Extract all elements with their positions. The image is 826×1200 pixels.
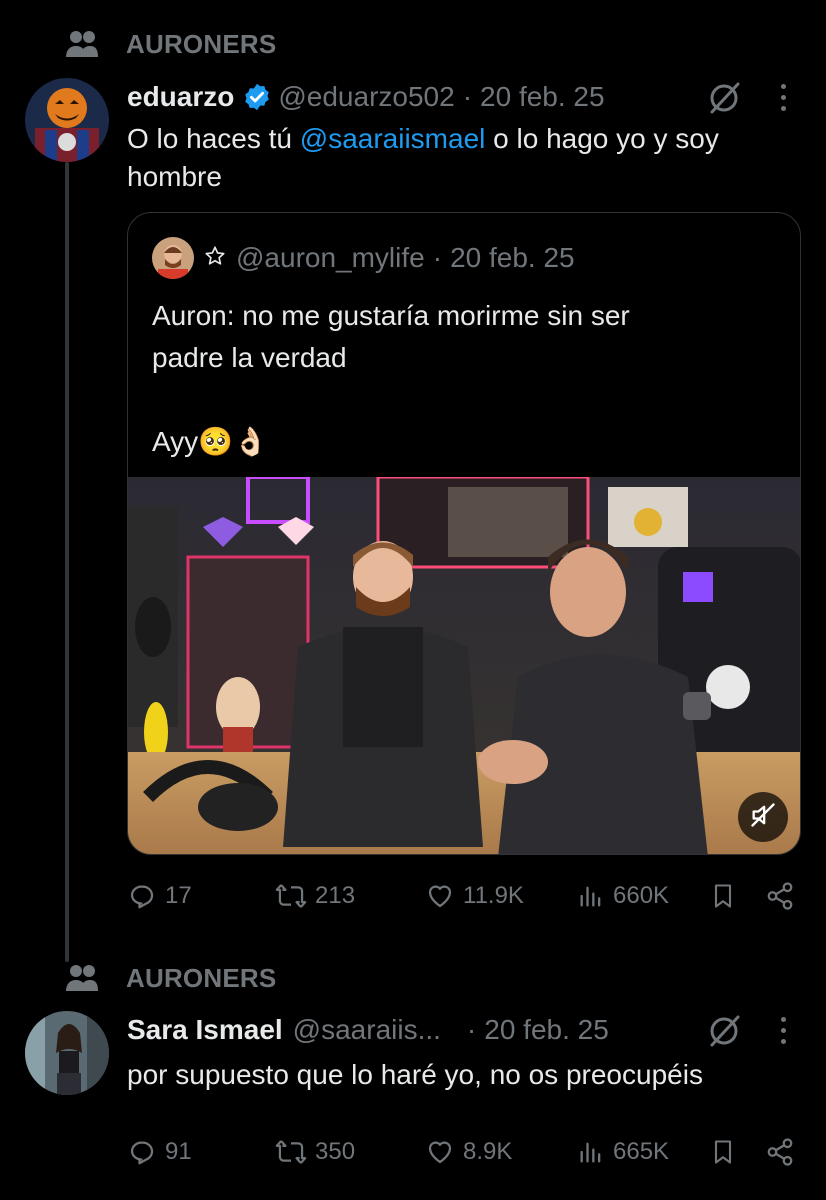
community-icon: [64, 963, 100, 993]
user-handle[interactable]: @eduarzo502: [278, 81, 454, 113]
bookmark-button[interactable]: [709, 1132, 737, 1172]
more-options-icon[interactable]: [778, 84, 788, 111]
tweet-actions: 91 350 8.9K 665K: [127, 1132, 801, 1172]
views-count: 660K: [613, 882, 670, 909]
repost-count: 350: [315, 1138, 356, 1165]
repost-button[interactable]: 213: [275, 876, 355, 916]
tweet-header: Sara Ismael @saaraiis... · 20 feb. 25: [127, 1011, 609, 1049]
display-name[interactable]: eduarzo: [127, 81, 234, 113]
community-icon: [64, 29, 100, 59]
tweet-actions: 17 213 11.9K 660K: [127, 876, 801, 916]
repost-icon: [275, 1137, 307, 1167]
reply-icon: [127, 881, 157, 911]
separator-dot: ·: [462, 81, 473, 112]
like-button[interactable]: 8.9K: [425, 1132, 512, 1172]
like-count: 11.9K: [463, 882, 524, 909]
user-handle[interactable]: @saaraiis...: [293, 1014, 441, 1046]
like-button[interactable]: 11.9K: [425, 876, 524, 916]
display-name[interactable]: Sara Ismael: [127, 1014, 283, 1046]
grok-icon[interactable]: [706, 1013, 742, 1054]
reply-button[interactable]: 91: [127, 1132, 192, 1172]
mute-toggle[interactable]: [738, 792, 788, 842]
bookmark-icon: [709, 881, 737, 911]
tweet-text: por supuesto que lo haré yo, no os preoc…: [127, 1059, 703, 1090]
separator-dot: ·: [466, 1014, 477, 1045]
avatar[interactable]: [25, 1011, 109, 1095]
heart-icon: [425, 1137, 455, 1167]
community-header[interactable]: AURONERS: [64, 24, 276, 64]
repost-button[interactable]: 350: [275, 1132, 355, 1172]
separator-dot: ·: [432, 242, 443, 273]
video-player[interactable]: [128, 477, 800, 854]
avatar[interactable]: [25, 78, 109, 162]
repost-icon: [275, 881, 307, 911]
quoted-handle[interactable]: @auron_mylife: [236, 242, 425, 274]
quoted-date[interactable]: 20 feb. 25: [450, 242, 575, 274]
share-button[interactable]: [765, 1132, 795, 1172]
reply-count: 91: [165, 1138, 192, 1165]
like-count: 8.9K: [463, 1138, 513, 1165]
tweet-date[interactable]: 20 feb. 25: [480, 81, 605, 113]
community-name: AURONERS: [126, 962, 277, 993]
star-icon: [204, 242, 226, 274]
more-options-icon[interactable]: [778, 1017, 788, 1044]
quoted-tweet-card[interactable]: @auron_mylife · 20 feb. 25 Auron: no me …: [127, 212, 801, 855]
views-button[interactable]: 660K: [577, 876, 669, 916]
verified-badge-icon: [242, 82, 272, 112]
reply-button[interactable]: 17: [127, 876, 192, 916]
mention-link[interactable]: @saaraiismael: [300, 123, 486, 154]
quoted-tweet-header: @auron_mylife · 20 feb. 25: [152, 237, 575, 279]
reply-count: 17: [165, 882, 192, 909]
thread-connector-line: [65, 162, 69, 962]
tweet-header: eduarzo @eduarzo502 · 20 feb. 25: [127, 78, 605, 116]
tweet-date[interactable]: 20 feb. 25: [484, 1014, 609, 1046]
quoted-avatar[interactable]: [152, 237, 194, 279]
share-button[interactable]: [765, 876, 795, 916]
community-header[interactable]: AURONERS: [64, 958, 276, 998]
views-chart-icon: [577, 1138, 605, 1166]
share-icon: [765, 881, 795, 911]
repost-count: 213: [315, 882, 356, 909]
views-button[interactable]: 665K: [577, 1132, 669, 1172]
bookmark-button[interactable]: [709, 876, 737, 916]
views-chart-icon: [577, 882, 605, 910]
heart-icon: [425, 881, 455, 911]
tweet-text: O lo haces tú @saaraiismael o lo hago yo…: [127, 123, 719, 192]
grok-icon[interactable]: [706, 80, 742, 121]
views-count: 665K: [613, 1138, 670, 1165]
community-name: AURONERS: [126, 28, 277, 59]
speaker-muted-icon: [749, 801, 777, 834]
reply-icon: [127, 1137, 157, 1167]
bookmark-icon: [709, 1137, 737, 1167]
share-icon: [765, 1137, 795, 1167]
quoted-tweet-text: Auron: no me gustaría morirme sin ser pa…: [152, 300, 630, 457]
